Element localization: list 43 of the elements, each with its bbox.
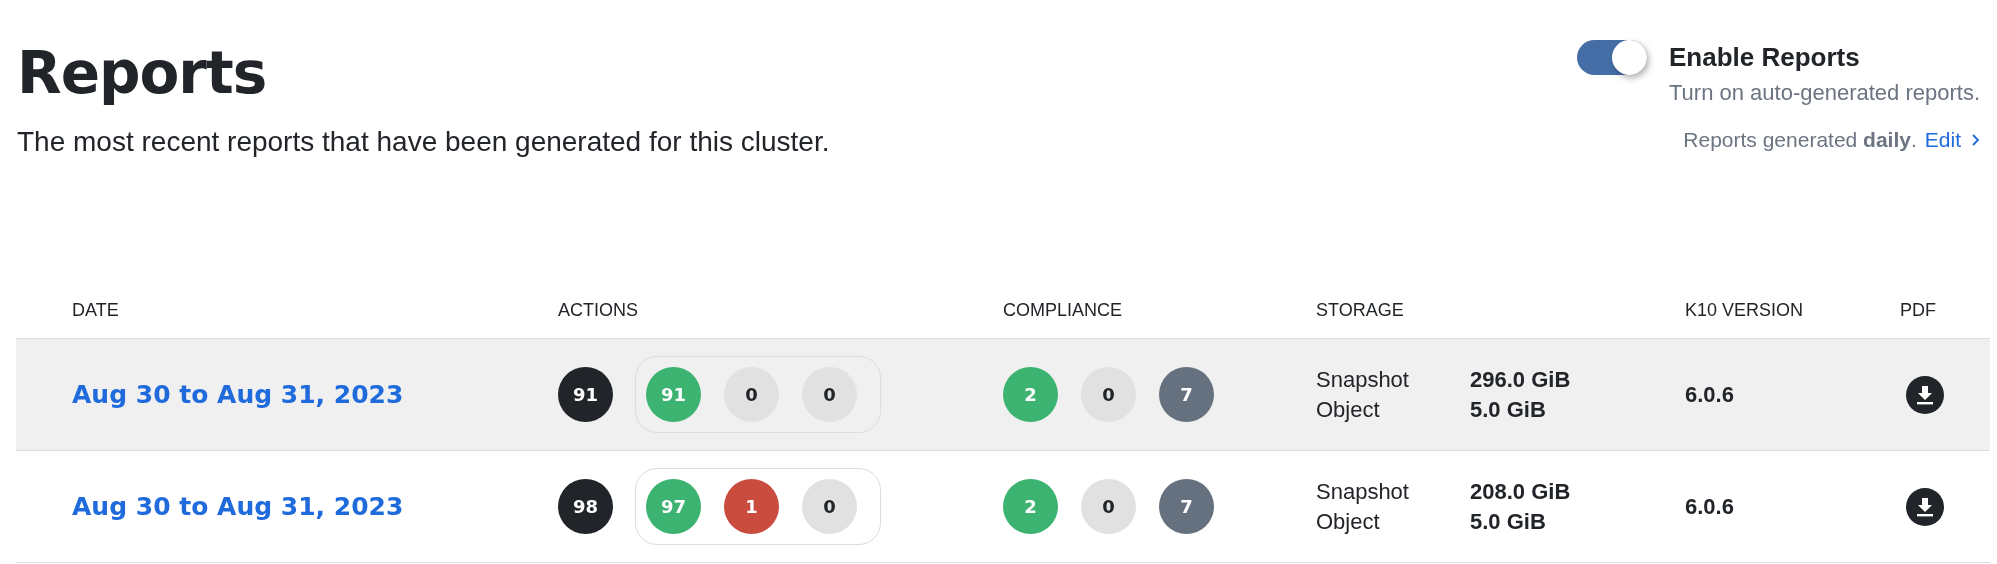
page-subtitle: The most recent reports that have been generated for this cluster. bbox=[17, 125, 830, 158]
chevron-right-icon bbox=[1971, 133, 1980, 147]
storage-value: 208.0 GiB bbox=[1470, 478, 1572, 505]
schedule-text: Reports generated daily. bbox=[1683, 128, 1917, 152]
storage-label: Snapshot bbox=[1316, 478, 1410, 505]
count-badge: 0 bbox=[1081, 479, 1136, 534]
count-badge: 0 bbox=[724, 367, 779, 422]
edit-link[interactable]: Edit bbox=[1924, 128, 1980, 152]
column-header: K10 VERSION bbox=[1685, 300, 1805, 321]
count-badge: 0 bbox=[802, 367, 857, 422]
count-badge: 91 bbox=[646, 367, 701, 422]
column-header: PDF bbox=[1900, 300, 1937, 321]
storage-label: Object bbox=[1316, 396, 1381, 423]
column-header: ACTIONS bbox=[558, 300, 639, 321]
toggle-switch[interactable] bbox=[1576, 40, 1647, 75]
column-header: DATE bbox=[72, 300, 120, 321]
toggle-label: Enable Reports bbox=[1668, 42, 1861, 72]
column-header: COMPLIANCE bbox=[1003, 300, 1124, 321]
storage-label: Object bbox=[1316, 508, 1381, 535]
page-title: Reports bbox=[17, 42, 268, 106]
storage-label: Snapshot bbox=[1316, 366, 1410, 393]
count-badge: 97 bbox=[646, 479, 701, 534]
count-badge: 0 bbox=[802, 479, 857, 534]
date-link[interactable]: Aug 30 to Aug 31, 2023 bbox=[72, 492, 404, 521]
storage-value: 5.0 GiB bbox=[1470, 396, 1547, 423]
toggle-description: Turn on auto-generated reports. bbox=[1668, 80, 1980, 106]
download-icon[interactable] bbox=[1906, 487, 1944, 526]
storage-value: 5.0 GiB bbox=[1470, 508, 1547, 535]
count-badge: 1 bbox=[724, 479, 779, 534]
date-link[interactable]: Aug 30 to Aug 31, 2023 bbox=[72, 380, 404, 409]
storage-value: 296.0 GiB bbox=[1470, 366, 1572, 393]
count-badge: 2 bbox=[1003, 367, 1058, 422]
version-text: 6.0.6 bbox=[1685, 381, 1734, 408]
count-badge: 7 bbox=[1159, 367, 1214, 422]
count-badge: 98 bbox=[558, 479, 613, 534]
version-text: 6.0.6 bbox=[1685, 493, 1734, 520]
download-icon[interactable] bbox=[1906, 375, 1944, 414]
count-badge: 7 bbox=[1159, 479, 1214, 534]
count-badge: 0 bbox=[1081, 367, 1136, 422]
column-header: STORAGE bbox=[1316, 300, 1405, 321]
table-row[interactable]: Aug 30 to Aug 31, 2023 91 91 0 0 2 0 7 Snapshot 296.0 GiB Object 5.0 GiB 6.0.6 bbox=[16, 339, 1990, 451]
count-badge: 2 bbox=[1003, 479, 1058, 534]
count-badge: 91 bbox=[558, 367, 613, 422]
